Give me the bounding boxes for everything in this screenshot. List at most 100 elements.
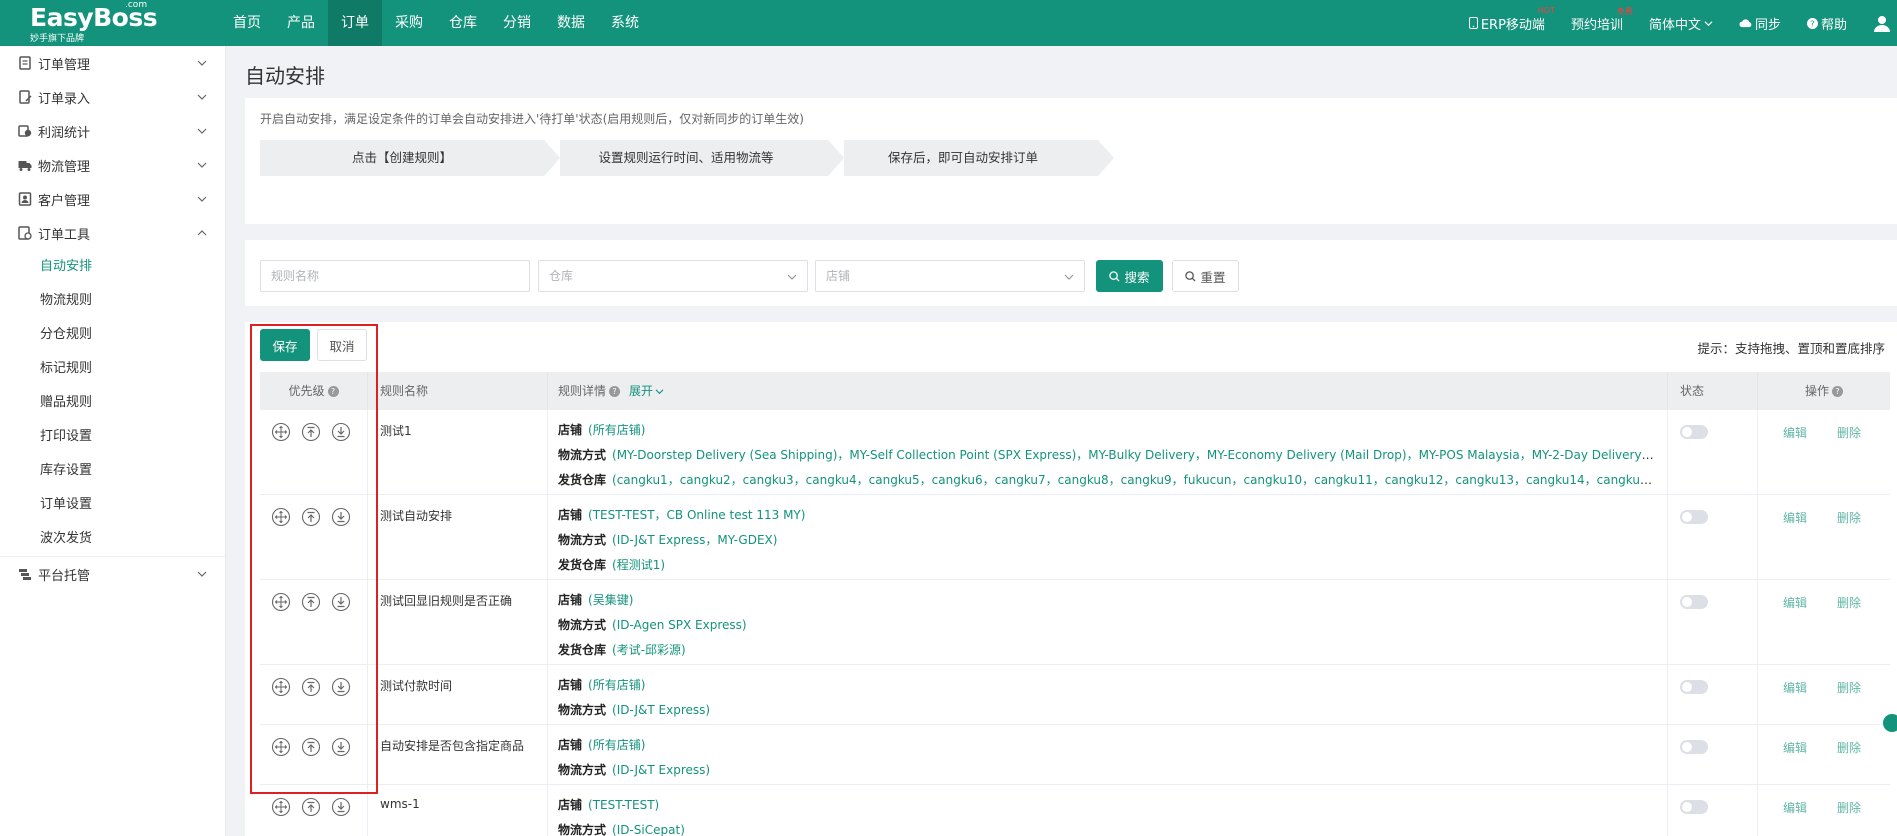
sidebar-group-order-entry[interactable]: 订单录入 [0, 80, 225, 114]
sidebar-item-order-settings[interactable]: 订单设置 [0, 488, 225, 522]
sidebar-group-logistics[interactable]: 物流管理 [0, 148, 225, 182]
status-toggle[interactable] [1680, 680, 1708, 694]
table-row[interactable]: 测试1 店铺 (所有店铺) 物流方式 (MY-Doorstep Delivery (Se… [260, 410, 1890, 495]
status-toggle[interactable] [1680, 595, 1708, 609]
floating-helper[interactable] [1883, 714, 1897, 804]
sidebar-item-logistics-rules[interactable]: 物流规则 [0, 284, 225, 318]
nav-distribution[interactable]: 分销 [490, 0, 544, 46]
drag-move-icon[interactable] [271, 797, 291, 817]
status-toggle[interactable] [1680, 740, 1708, 754]
nav-order[interactable]: 订单 [328, 0, 382, 46]
rule-detail-line: 店铺 (所有店铺) [558, 418, 1658, 443]
drag-move-icon[interactable] [271, 737, 291, 757]
edit-link[interactable]: 编辑 [1783, 799, 1807, 816]
status-toggle[interactable] [1680, 510, 1708, 524]
sync-button[interactable]: 同步 [1739, 14, 1781, 33]
sidebar-item-mark-rules[interactable]: 标记规则 [0, 352, 225, 386]
delete-link[interactable]: 删除 [1837, 594, 1861, 611]
move-bottom-icon[interactable] [331, 507, 351, 527]
detail-key: 店铺 [558, 423, 583, 437]
search-button[interactable]: 搜索 [1096, 260, 1163, 292]
detail-value: (所有店铺) [588, 678, 646, 692]
mobile-erp-link[interactable]: ERP移动端 HOT [1468, 6, 1555, 33]
sidebar-group-customer[interactable]: 客户管理 [0, 182, 225, 216]
delete-link[interactable]: 删除 [1837, 739, 1861, 756]
sidebar-item-stock-settings[interactable]: 库存设置 [0, 454, 225, 488]
drag-move-icon[interactable] [271, 677, 291, 697]
sidebar-item-auto-arrange[interactable]: 自动安排 [0, 250, 225, 284]
move-top-icon[interactable] [301, 677, 321, 697]
logo[interactable]: EasyBoss .com 妙手旗下品牌 [0, 0, 220, 46]
move-top-icon[interactable] [301, 737, 321, 757]
move-top-icon[interactable] [301, 507, 321, 527]
training-link[interactable]: 预约培训 免费 [1571, 7, 1633, 33]
rule-detail-line: 店铺 (TEST-TEST) [558, 793, 1658, 818]
sidebar-group-order-management[interactable]: 订单管理 [0, 46, 225, 80]
sidebar-group-profit-stats[interactable]: 利润统计 [0, 114, 225, 148]
sidebar-group-order-tools[interactable]: 订单工具 [0, 216, 225, 250]
sidebar-item-gift-rules[interactable]: 赠品规则 [0, 386, 225, 420]
main-nav: 首页 产品 订单 采购 仓库 分销 数据 系统 [220, 0, 652, 46]
nav-purchase[interactable]: 采购 [382, 0, 436, 46]
edit-link[interactable]: 编辑 [1783, 509, 1807, 526]
help-icon[interactable]: ? [1832, 385, 1843, 397]
sidebar-group-platform-hosting[interactable]: 平台托管 [0, 557, 225, 591]
help-icon[interactable]: ? [609, 385, 621, 397]
nav-home[interactable]: 首页 [220, 0, 274, 46]
user-icon[interactable] [1873, 14, 1891, 32]
nav-product[interactable]: 产品 [274, 0, 328, 46]
drag-move-icon[interactable] [271, 422, 291, 442]
table-row[interactable]: 测试付款时间 店铺 (所有店铺) 物流方式 (ID-J&T Express) 编辑 删除 [260, 665, 1890, 725]
edit-link[interactable]: 编辑 [1783, 424, 1807, 441]
move-bottom-icon[interactable] [331, 592, 351, 612]
help-label: 帮助 [1820, 17, 1847, 33]
sidebar-item-warehouse-rules[interactable]: 分仓规则 [0, 318, 225, 352]
action-cell: 编辑 删除 [1758, 580, 1890, 664]
move-top-icon[interactable] [301, 592, 321, 612]
reset-button[interactable]: 重置 [1172, 260, 1239, 292]
table-row[interactable]: 自动安排是否包含指定商品 店铺 (所有店铺) 物流方式 (ID-J&T Express)… [260, 725, 1890, 785]
help-button[interactable]: ? 帮助 [1806, 14, 1847, 33]
sidebar-item-wave-shipping[interactable]: 波次发货 [0, 522, 225, 556]
cancel-button[interactable]: 取消 [317, 329, 367, 361]
sidebar-item-print-settings[interactable]: 打印设置 [0, 420, 225, 454]
nav-warehouse[interactable]: 仓库 [436, 0, 490, 46]
assistant-icon[interactable] [1883, 714, 1897, 732]
status-cell [1668, 785, 1758, 836]
move-bottom-icon[interactable] [331, 737, 351, 757]
warehouse-input[interactable] [539, 261, 807, 291]
move-bottom-icon[interactable] [331, 797, 351, 817]
table-row[interactable]: wms-1店铺(TEST-TEST)物流方式(ID-SiCepat)发货仓库(泰… [260, 785, 1890, 836]
help-icon[interactable]: ? [327, 385, 339, 397]
nav-system[interactable]: 系统 [598, 0, 652, 46]
drag-move-icon[interactable] [271, 592, 291, 612]
move-top-icon[interactable] [301, 797, 321, 817]
table-row[interactable]: 测试回显旧规则是否正确 店铺 (吴集键) 物流方式 (ID-Agen SPX Expre… [260, 580, 1890, 665]
move-bottom-icon[interactable] [331, 677, 351, 697]
rule-name-input[interactable] [261, 261, 529, 291]
move-bottom-icon[interactable] [331, 422, 351, 442]
detail-key: 物流方式 [558, 618, 607, 632]
detail-key: 物流方式 [558, 763, 607, 777]
edit-link[interactable]: 编辑 [1783, 739, 1807, 756]
delete-link[interactable]: 删除 [1837, 679, 1861, 696]
warehouse-select[interactable] [538, 260, 808, 292]
status-toggle[interactable] [1680, 800, 1708, 814]
expand-toggle[interactable]: 展开 [629, 372, 664, 410]
language-select[interactable]: 简体中文 [1649, 14, 1713, 33]
question-icon: ? [1806, 17, 1818, 29]
edit-link[interactable]: 编辑 [1783, 679, 1807, 696]
drag-move-icon[interactable] [271, 507, 291, 527]
status-toggle[interactable] [1680, 425, 1708, 439]
delete-link[interactable]: 删除 [1837, 799, 1861, 816]
shop-input[interactable] [816, 261, 1084, 291]
nav-data[interactable]: 数据 [544, 0, 598, 46]
move-top-icon[interactable] [301, 422, 321, 442]
tools-icon [18, 226, 32, 240]
delete-link[interactable]: 删除 [1837, 509, 1861, 526]
table-row[interactable]: 测试自动安排 店铺 (TEST-TEST，CB Online test 113 MY… [260, 495, 1890, 580]
delete-link[interactable]: 删除 [1837, 424, 1861, 441]
edit-link[interactable]: 编辑 [1783, 594, 1807, 611]
shop-select[interactable] [815, 260, 1085, 292]
save-button[interactable]: 保存 [260, 329, 310, 361]
